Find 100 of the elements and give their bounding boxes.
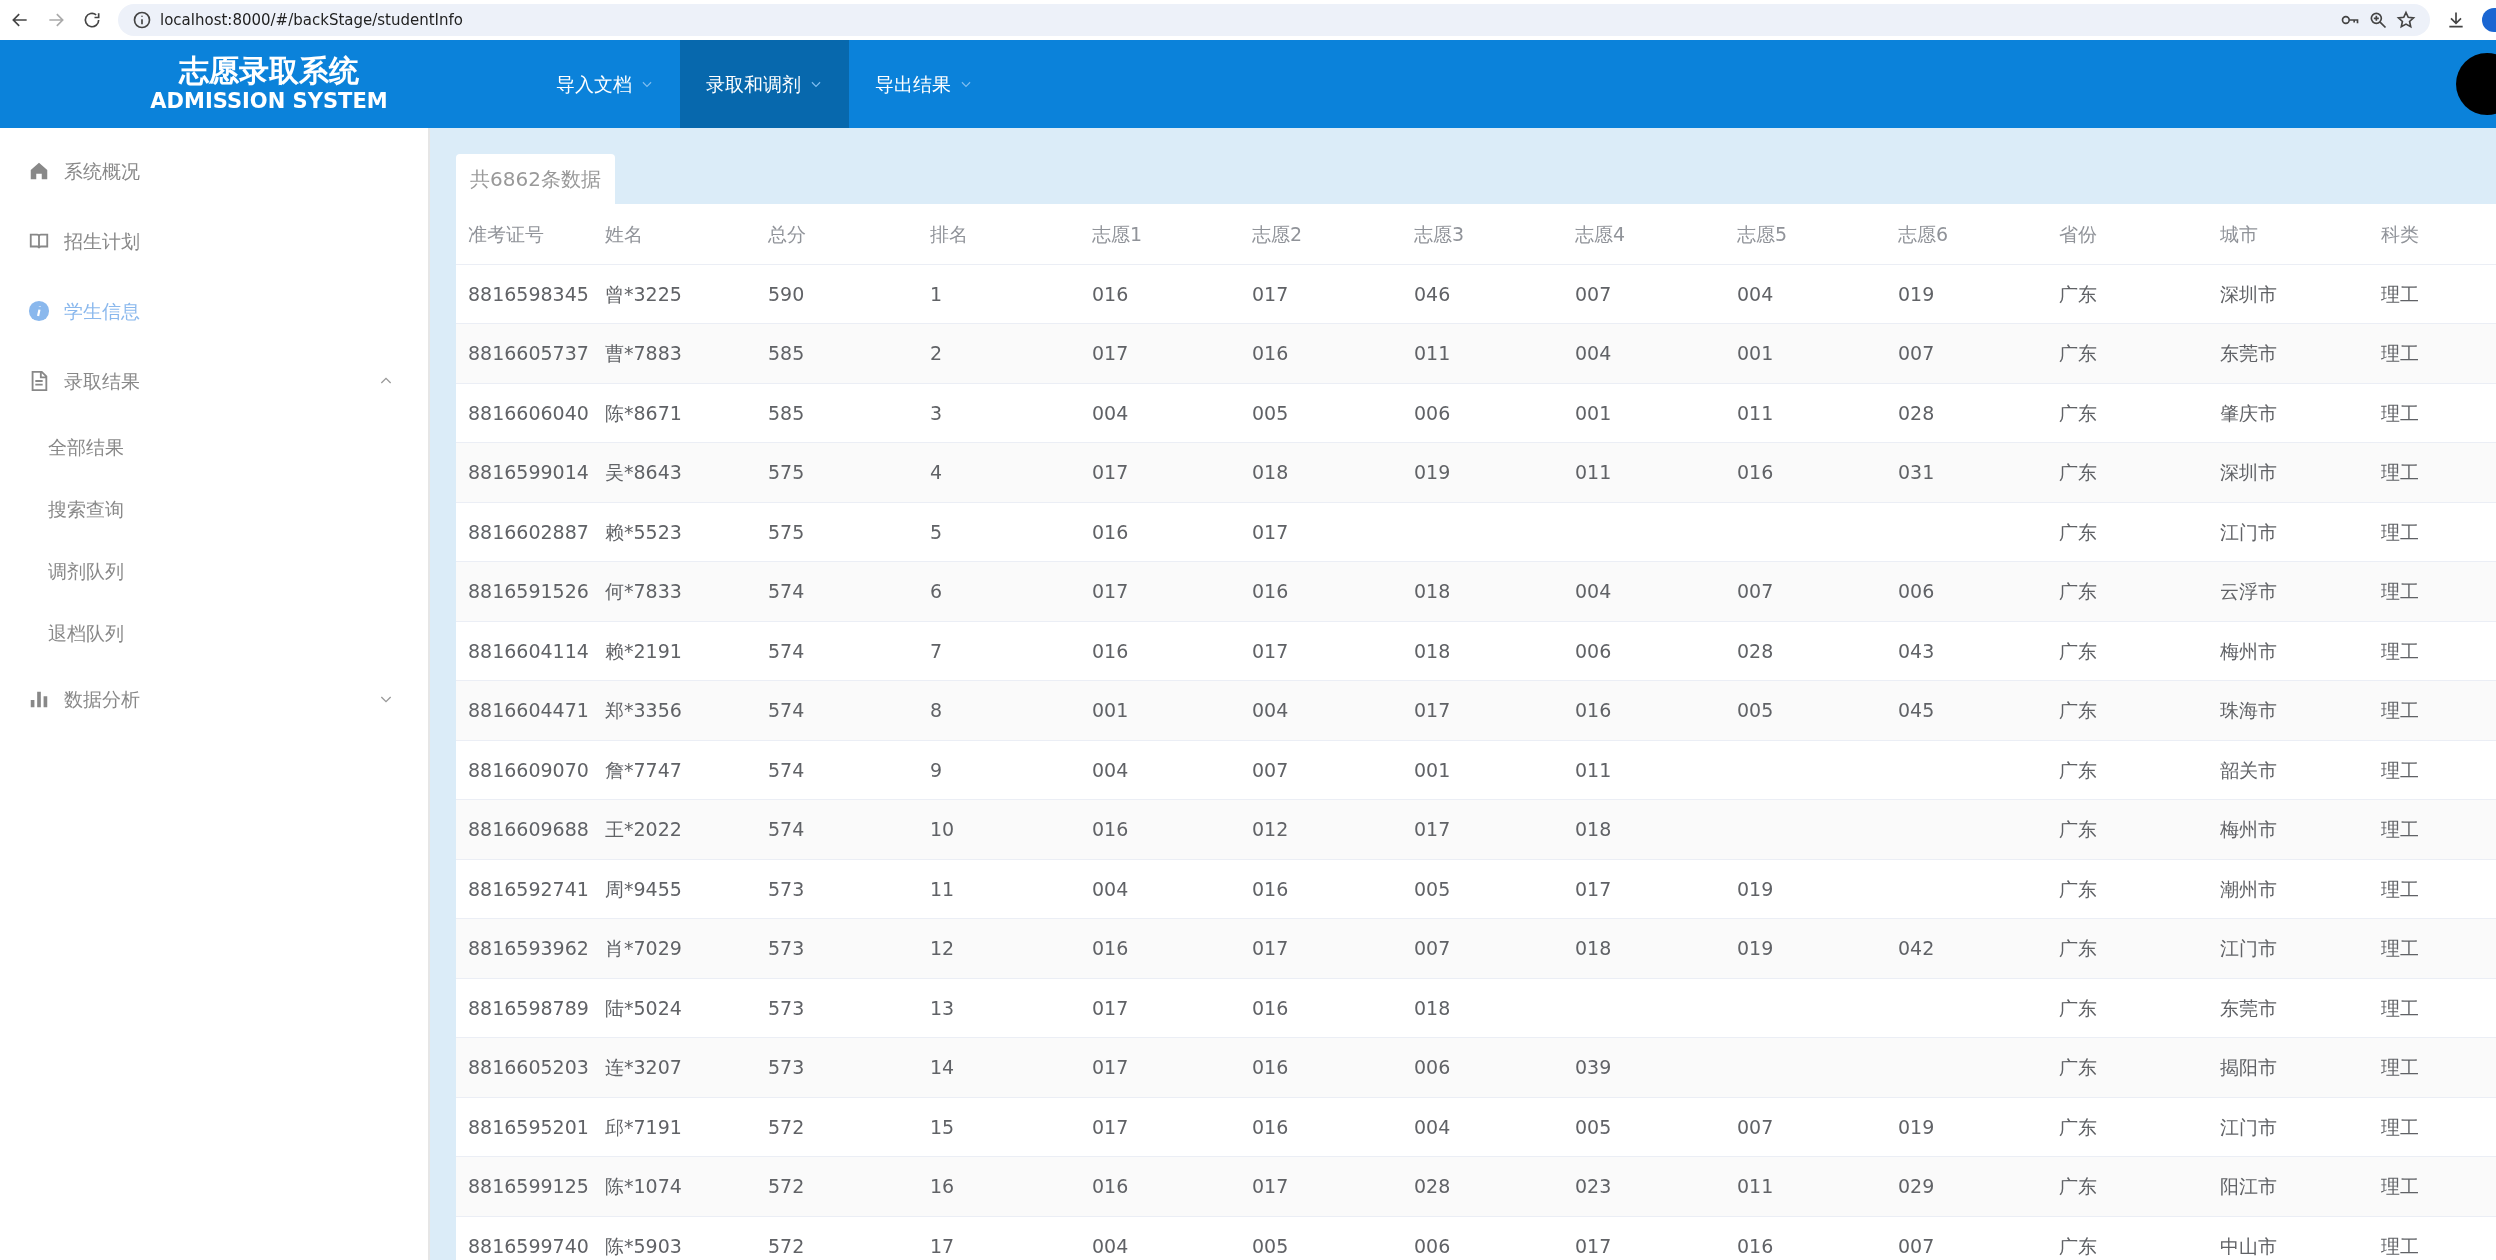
sidebar-subitem[interactable]: 搜索查询: [0, 478, 428, 540]
url-text[interactable]: localhost:8000/#/backStage/studentInfo: [160, 8, 463, 32]
table-cell: 广东: [2047, 561, 2208, 621]
sidebar-item[interactable]: 招生计划: [0, 206, 428, 276]
table-cell: 阳江市: [2208, 1156, 2369, 1216]
profile-icon[interactable]: [2482, 8, 2496, 32]
table-cell: 017: [1402, 680, 1563, 740]
table-cell: 揭阳市: [2208, 1037, 2369, 1097]
table-cell: 理工: [2369, 621, 2496, 681]
table-cell: 8816604471: [456, 680, 593, 740]
info-icon[interactable]: [132, 10, 152, 30]
table-cell: 016: [1080, 1156, 1240, 1216]
table-cell: 018: [1402, 978, 1563, 1038]
count-tab[interactable]: 共6862条数据: [456, 154, 615, 204]
table-cell: 吴*8643: [593, 442, 756, 502]
table-cell: 006: [1886, 561, 2047, 621]
sidebar-subitem[interactable]: 退档队列: [0, 602, 428, 664]
star-icon[interactable]: [2396, 10, 2416, 30]
table-cell: 广东: [2047, 323, 2208, 383]
table-cell: 8816599014: [456, 442, 593, 502]
table-cell: 广东: [2047, 978, 2208, 1038]
column-header: 志愿6: [1886, 204, 2047, 264]
table-cell: 8816595201: [456, 1097, 593, 1157]
table-cell: 理工: [2369, 740, 2496, 800]
menu-item[interactable]: 导入文档: [530, 40, 680, 128]
table-cell: 8816592741: [456, 859, 593, 919]
table-cell: 广东: [2047, 442, 2208, 502]
menu-item[interactable]: 录取和调剂: [680, 40, 849, 128]
table-cell: 573: [756, 978, 918, 1038]
column-header: 科类: [2369, 204, 2496, 264]
table-cell: 017: [1080, 442, 1240, 502]
table-cell: 理工: [2369, 442, 2496, 502]
table-cell: 006: [1402, 383, 1563, 443]
table-cell: 007: [1886, 1216, 2047, 1260]
table-cell: 理工: [2369, 918, 2496, 978]
table-cell: 019: [1725, 918, 1886, 978]
table-cell: 8816599740: [456, 1216, 593, 1260]
column-header: 志愿2: [1240, 204, 1402, 264]
table-cell: 肖*7029: [593, 918, 756, 978]
table-cell: 016: [1080, 264, 1240, 324]
table-cell: 001: [1402, 740, 1563, 800]
table-cell: 8816591526: [456, 561, 593, 621]
table-cell: 曾*3225: [593, 264, 756, 324]
sidebar-item[interactable]: 系统概况: [0, 136, 428, 206]
table-cell: 12: [918, 918, 1080, 978]
table-cell: 574: [756, 680, 918, 740]
table-cell: 001: [1080, 680, 1240, 740]
table-cell: 广东: [2047, 1097, 2208, 1157]
table-cell: 011: [1563, 740, 1725, 800]
sidebar-item[interactable]: 录取结果: [0, 346, 428, 416]
table-cell: 理工: [2369, 561, 2496, 621]
table-cell: 连*3207: [593, 1037, 756, 1097]
sidebar-item[interactable]: 数据分析: [0, 664, 428, 734]
table-cell: 007: [1725, 1097, 1886, 1157]
table-cell: 潮州市: [2208, 859, 2369, 919]
column-header: 志愿4: [1563, 204, 1725, 264]
table-cell: 理工: [2369, 383, 2496, 443]
table-cell: 572: [756, 1156, 918, 1216]
table-cell: 8816606040: [456, 383, 593, 443]
sidebar-subitem[interactable]: 全部结果: [0, 416, 428, 478]
table-cell: 039: [1563, 1037, 1725, 1097]
table-cell: 理工: [2369, 1216, 2496, 1260]
menu-item[interactable]: 导出结果: [849, 40, 999, 128]
table-cell: 陈*5903: [593, 1216, 756, 1260]
table-cell: 江门市: [2208, 1097, 2369, 1157]
table-cell: 广东: [2047, 1156, 2208, 1216]
table-cell: 詹*7747: [593, 740, 756, 800]
table-cell: 广东: [2047, 680, 2208, 740]
table-cell: 赖*2191: [593, 621, 756, 681]
table-cell: 042: [1886, 918, 2047, 978]
table-cell: 10: [918, 799, 1080, 859]
table-cell: 江门市: [2208, 918, 2369, 978]
table-cell: 8816609688: [456, 799, 593, 859]
table-cell: 广东: [2047, 740, 2208, 800]
table-cell: 广东: [2047, 1037, 2208, 1097]
table-cell: 017: [1080, 978, 1240, 1038]
table-cell: 8816598345: [456, 264, 593, 324]
sidebar-subitem[interactable]: 调剂队列: [0, 540, 428, 602]
sidebar-item[interactable]: 学生信息: [0, 276, 428, 346]
table-cell: 045: [1886, 680, 2047, 740]
table-cell: 016: [1080, 918, 1240, 978]
column-header: 志愿3: [1402, 204, 1563, 264]
table-cell: 8816605737: [456, 323, 593, 383]
table-cell: 梅州市: [2208, 621, 2369, 681]
table-cell: 001: [1725, 323, 1886, 383]
table-cell: 何*7833: [593, 561, 756, 621]
table-cell: 019: [1886, 264, 2047, 324]
table-cell: 016: [1080, 621, 1240, 681]
table-cell: 16: [918, 1156, 1080, 1216]
table-cell: 8816599125: [456, 1156, 593, 1216]
zoom-icon[interactable]: [2368, 10, 2388, 30]
column-header: 城市: [2208, 204, 2369, 264]
table-cell: 018: [1402, 561, 1563, 621]
table-cell: 004: [1563, 561, 1725, 621]
table-cell: 梅州市: [2208, 799, 2369, 859]
table-cell: 深圳市: [2208, 264, 2369, 324]
table-cell: 7: [918, 621, 1080, 681]
column-header: 志愿1: [1080, 204, 1240, 264]
download-icon[interactable]: [2446, 10, 2466, 30]
reload-icon[interactable]: [82, 10, 102, 30]
